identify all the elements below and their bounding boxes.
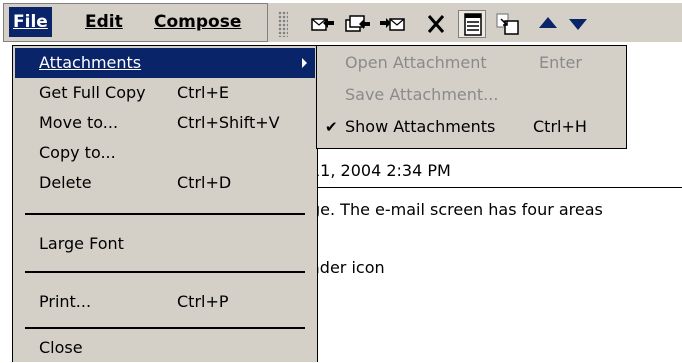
menu-item-delete[interactable]: Delete Ctrl+D	[15, 168, 315, 198]
delete-icon[interactable]	[422, 10, 450, 38]
menu-item-label: Print...	[39, 292, 92, 311]
menu-file-label: File	[13, 12, 48, 32]
reply-icon[interactable]	[308, 10, 336, 38]
header-divider	[300, 187, 682, 188]
menu-item-label: Close	[39, 338, 83, 357]
menu-item-attachments[interactable]: Attachments	[15, 48, 315, 78]
submenu-item-shortcut: Enter	[539, 53, 582, 72]
menu-item-get-full-copy[interactable]: Get Full Copy Ctrl+E	[15, 78, 315, 108]
previous-icon[interactable]	[534, 10, 562, 38]
menu-separator	[25, 213, 305, 215]
menu-separator	[25, 327, 305, 329]
menu-item-label: Attachments	[39, 53, 142, 72]
checkmark-icon: ✔	[325, 118, 338, 136]
submenu-item-open-attachment[interactable]: Open Attachment Enter	[319, 48, 624, 78]
menu-edit-label: Edit	[85, 12, 123, 32]
menu-item-large-font[interactable]: Large Font	[15, 229, 315, 259]
menu-edit[interactable]: Edit	[81, 7, 127, 37]
menu-item-close[interactable]: Close	[15, 333, 315, 363]
menu-compose[interactable]: Compose	[150, 7, 245, 37]
submenu-arrow-icon	[302, 58, 307, 68]
move-icon[interactable]	[494, 10, 522, 38]
attachments-submenu: Open Attachment Enter Save Attachment...…	[316, 45, 627, 149]
menu-item-shortcut: Ctrl+Shift+V	[177, 113, 280, 132]
menu-bar: File Edit Compose	[3, 3, 268, 42]
email-body-line-1: ge. The e-mail screen has four areas	[310, 200, 603, 219]
view-icon[interactable]	[458, 10, 486, 38]
menu-item-move-to[interactable]: Move to... Ctrl+Shift+V	[15, 108, 315, 138]
menu-item-shortcut: Ctrl+D	[177, 173, 232, 192]
menu-item-label: Copy to...	[39, 143, 116, 162]
submenu-item-show-attachments[interactable]: ✔ Show Attachments Ctrl+H	[319, 112, 624, 142]
submenu-item-label: Open Attachment	[345, 53, 487, 72]
submenu-item-save-attachment[interactable]: Save Attachment...	[319, 80, 624, 110]
menu-item-label: Delete	[39, 173, 92, 192]
file-menu: Attachments Get Full Copy Ctrl+E Move to…	[12, 45, 318, 362]
menu-item-label: Large Font	[39, 234, 124, 253]
menu-item-copy-to[interactable]: Copy to...	[15, 138, 315, 168]
reply-all-icon[interactable]	[343, 10, 371, 38]
menu-item-shortcut: Ctrl+E	[177, 83, 229, 102]
submenu-item-label: Show Attachments	[345, 117, 496, 136]
submenu-item-shortcut: Ctrl+H	[533, 117, 587, 136]
email-date: 11, 2004 2:34 PM	[310, 161, 451, 180]
menu-item-shortcut: Ctrl+P	[177, 292, 229, 311]
menu-separator	[25, 271, 305, 273]
toolbar-grip[interactable]	[278, 11, 288, 37]
email-body-line-2: ader icon	[310, 258, 385, 277]
submenu-item-label: Save Attachment...	[345, 85, 499, 104]
forward-icon[interactable]	[378, 10, 406, 38]
menu-compose-label: Compose	[154, 12, 242, 32]
toolbar	[268, 3, 682, 42]
menu-file[interactable]: File	[9, 7, 52, 37]
menu-item-label: Get Full Copy	[39, 83, 146, 102]
next-icon[interactable]	[564, 10, 592, 38]
menu-item-print[interactable]: Print... Ctrl+P	[15, 287, 315, 317]
menu-item-label: Move to...	[39, 113, 119, 132]
